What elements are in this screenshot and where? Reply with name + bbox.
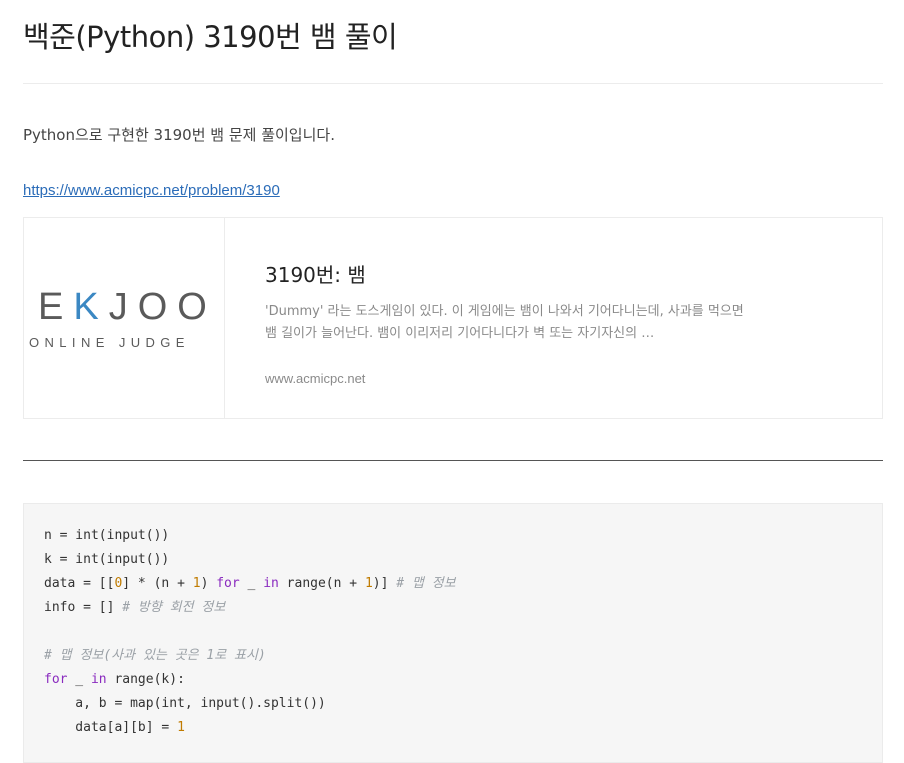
title-divider — [23, 83, 883, 84]
code-token: # 맵 정보(사과 있는 곳은 1로 표시) — [44, 648, 266, 663]
post-intro: Python으로 구현한 3190번 뱀 문제 풀이입니다. — [23, 126, 335, 144]
problem-link[interactable]: https://www.acmicpc.net/problem/3190 — [23, 182, 280, 199]
baekjoon-logo-thumbnail: EKJOO ONLINE JUDGE — [24, 218, 225, 418]
link-preview-card[interactable]: EKJOO ONLINE JUDGE 3190번: 뱀 'Dummy' 라는 도… — [23, 217, 883, 419]
code-line: k = int(input()) — [44, 548, 169, 572]
code-token: 1 — [177, 720, 185, 735]
blog-post-page: 백준(Python) 3190번 뱀 풀이 Python으로 구현한 3190번… — [0, 0, 904, 763]
preview-description: 'Dummy' 라는 도스게임이 있다. 이 게임에는 뱀이 나와서 기어다니는… — [265, 304, 744, 341]
code-token: data[a][b] = — [44, 720, 178, 735]
code-token: _ — [67, 672, 91, 687]
baekjoon-logo: EKJOO — [38, 288, 217, 326]
code-line: for _ in range(k): — [44, 668, 185, 692]
post-title: 백준(Python) 3190번 뱀 풀이 — [23, 20, 398, 54]
code-line: data[a][b] = 1 — [44, 716, 185, 740]
code-token: for — [216, 576, 240, 591]
code-token: # 방향 회전 정보 — [122, 600, 226, 615]
code-line: info = [] # 방향 회전 정보 — [44, 596, 225, 620]
code-line: a, b = map(int, input().split()) — [44, 692, 326, 716]
code-token: a, b = map(int, input().split()) — [44, 696, 326, 711]
code-token: data = [[ — [44, 576, 115, 591]
code-token: range(k): — [106, 672, 185, 687]
section-divider — [23, 460, 883, 461]
logo-letter-e: E — [38, 286, 74, 328]
code-token: n = int(input()) — [44, 528, 170, 543]
code-token: 1 — [364, 576, 373, 591]
preview-title: 3190번: 뱀 — [265, 263, 366, 287]
preview-site-url: www.acmicpc.net — [265, 371, 366, 386]
code-token: range(n + — [278, 576, 365, 591]
code-token: k = int(input()) — [44, 552, 170, 567]
code-line: data = [[0] * (n + 1) for _ in range(n +… — [44, 572, 456, 596]
code-token: _ — [239, 576, 264, 591]
code-token: )] — [372, 576, 397, 591]
code-token: in — [263, 576, 279, 591]
code-line: # 맵 정보(사과 있는 곳은 1로 표시) — [44, 644, 266, 668]
logo-letters-joo: JOO — [108, 286, 217, 328]
code-token: info = [] — [44, 600, 123, 615]
code-token: in — [90, 672, 107, 687]
code-token: 1 — [192, 576, 201, 591]
code-token: for — [44, 672, 68, 687]
code-block: n = int(input()) k = int(input()) data = [… — [23, 503, 883, 763]
code-token: ) — [200, 576, 217, 591]
logo-subtitle: ONLINE JUDGE — [29, 335, 190, 350]
logo-letter-k: K — [73, 286, 109, 328]
code-line: n = int(input()) — [44, 524, 169, 548]
code-token: # 맵 정보 — [396, 576, 456, 591]
code-token: ] * (n + — [122, 576, 193, 591]
